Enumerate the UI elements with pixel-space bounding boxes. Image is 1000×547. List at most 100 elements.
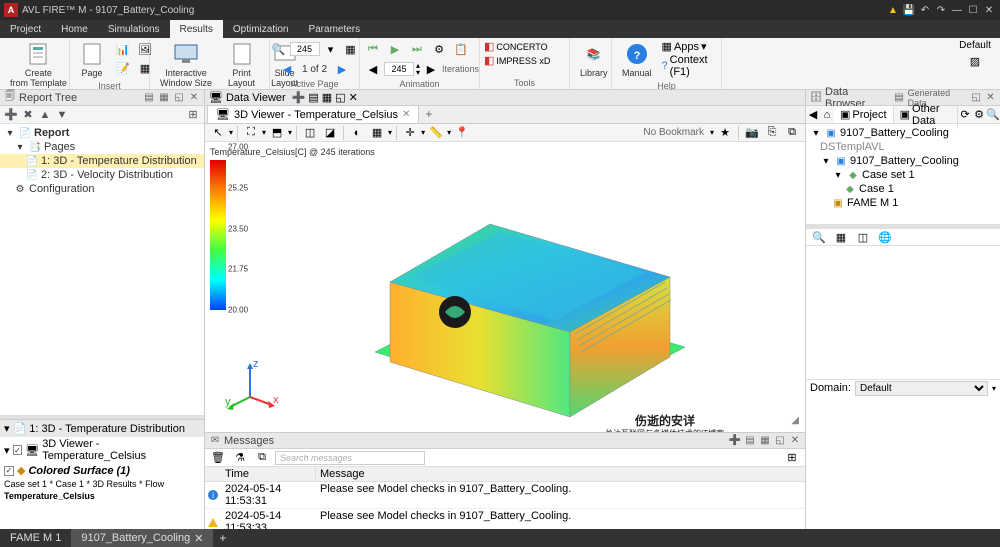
add-icon[interactable]: ➕ [4, 108, 18, 122]
msg-search-input[interactable]: Search messages [275, 451, 425, 465]
dv-add-icon[interactable]: ➕ [292, 91, 306, 104]
panel-layout2-icon[interactable]: ▦ [158, 92, 170, 104]
next-page-icon[interactable]: ▶ [333, 60, 351, 78]
msg-expand-icon[interactable]: ⊞ [783, 449, 801, 467]
tree-config[interactable]: ⚙Configuration [0, 182, 204, 196]
db-globe-icon[interactable]: 🌐 [876, 228, 894, 246]
page-button[interactable]: Page [74, 40, 110, 80]
doctab-battery[interactable]: 9107_Battery_Cooling✕ [71, 529, 213, 547]
anim-last-icon[interactable]: ⏭ [408, 40, 426, 58]
default-style-label[interactable]: Default [959, 40, 991, 51]
prev-page-icon[interactable]: ◀ [278, 60, 296, 78]
db-close-icon[interactable]: ✕ [985, 92, 996, 104]
db-undock-icon[interactable]: ◱ [971, 92, 982, 104]
msg-layout2-icon[interactable]: ▦ [759, 435, 771, 447]
db-tab-project[interactable]: ▣Project [834, 106, 894, 123]
msg-add-icon[interactable]: ➕ [729, 435, 741, 447]
delete-icon[interactable]: ✖ [21, 108, 35, 122]
dv-undock-icon[interactable]: ◱ [335, 91, 345, 104]
report-detail-tree[interactable]: ▾📄1: 3D - Temperature Distribution ▾✓🖥3D… [0, 419, 204, 529]
msg-clear-icon[interactable]: 🗑 [209, 449, 227, 467]
frame-next-icon[interactable]: ▶ [422, 60, 440, 78]
orient-icon[interactable]: ⬒ [268, 124, 286, 142]
undo-icon[interactable]: ↶ [918, 3, 932, 17]
anim-first-icon[interactable]: ⏮ [364, 40, 382, 58]
maximize-icon[interactable]: ☐ [966, 3, 980, 17]
frame-input[interactable] [384, 62, 414, 76]
messages-table[interactable]: Time Message i2024-05-14 11:53:31Please … [205, 467, 805, 529]
cursor-icon[interactable]: ↖ [209, 124, 227, 142]
axis-icon[interactable]: ✛ [401, 124, 419, 142]
manual-button[interactable]: ? Manual [616, 40, 658, 80]
apps-icon[interactable]: ▦ [662, 40, 672, 53]
redo-icon[interactable]: ↷ [934, 3, 948, 17]
interactive-window-button[interactable]: Interactive Window Size [154, 40, 218, 90]
doctab-close-icon[interactable]: ✕ [194, 532, 203, 545]
tab-close-icon[interactable]: ✕ [402, 109, 410, 120]
db-tool-icon[interactable]: ⚙ [972, 106, 986, 124]
msg-undock-icon[interactable]: ◱ [774, 435, 786, 447]
wire-icon[interactable]: ▦ [368, 124, 386, 142]
panel-close-icon[interactable]: ✕ [188, 92, 200, 104]
msg-copy-icon[interactable]: ⧉ [253, 449, 271, 467]
ruler-icon[interactable]: 📏 [427, 124, 445, 142]
probe-icon[interactable]: 📍 [453, 124, 471, 142]
snapshot-icon[interactable]: 📷 [743, 124, 761, 142]
page-counter-input[interactable] [290, 42, 320, 56]
menu-simulations[interactable]: Simulations [98, 20, 170, 38]
msg-layout1-icon[interactable]: ▤ [744, 435, 756, 447]
shade-icon[interactable]: ◐ [348, 124, 366, 142]
resize-grip-icon[interactable]: ◢ [791, 415, 799, 426]
insert-chart-icon[interactable]: 📊 [114, 40, 132, 58]
msg-close-icon[interactable]: ✕ [789, 435, 801, 447]
insert-text-icon[interactable]: 📝 [114, 59, 132, 77]
page-grid-icon[interactable]: ▦ [342, 40, 360, 58]
anim-play-icon[interactable]: ▶ [386, 40, 404, 58]
db-home-icon[interactable]: ⌂ [820, 106, 834, 124]
msg-filter-icon[interactable]: ⚗ [231, 449, 249, 467]
fit-icon[interactable]: ⛶ [242, 124, 260, 142]
dv-layout1-icon[interactable]: ▤ [308, 91, 318, 104]
db-back-icon[interactable]: ◀ [806, 106, 820, 124]
print-layout-button[interactable]: Print Layout [222, 40, 261, 90]
db-layer-icon[interactable]: ◫ [854, 228, 872, 246]
create-from-template-button[interactable]: Create from Template [4, 40, 73, 90]
db-refresh-icon[interactable]: ⟳ [958, 106, 972, 124]
menu-home[interactable]: Home [51, 20, 98, 38]
panel-layout1-icon[interactable]: ▤ [143, 92, 155, 104]
tree-page1[interactable]: 📄1: 3D - Temperature Distribution [0, 154, 204, 168]
zoom-icon[interactable]: 🔍 [270, 40, 288, 58]
dv-close-icon[interactable]: ✕ [349, 91, 358, 104]
bookmark-add-icon[interactable]: ★ [716, 124, 734, 142]
viewer-tab-temperature[interactable]: 🖥3D Viewer - Temperature_Celsius✕ [207, 105, 419, 123]
doctab-fame[interactable]: FAME M 1 [0, 529, 71, 547]
data-browser-tree[interactable]: ▾▣9107_Battery_Cooling DSTemplAVL ▾▣9107… [806, 124, 1000, 224]
zoom-dropdown-icon[interactable]: ▾ [322, 40, 340, 58]
export-icon[interactable]: ⎘ [763, 124, 781, 142]
panel-undock-icon[interactable]: ◱ [173, 92, 185, 104]
moveup-icon[interactable]: ▲ [38, 108, 52, 122]
persp-icon[interactable]: ◪ [321, 124, 339, 142]
style-swatch-icon[interactable]: ▨ [970, 55, 980, 68]
db-cube-icon[interactable]: ▦ [832, 228, 850, 246]
minimize-icon[interactable]: — [950, 3, 964, 17]
anim-settings-icon[interactable]: ⚙ [430, 40, 448, 58]
domain-select[interactable]: Default [855, 381, 988, 396]
menu-optimization[interactable]: Optimization [223, 20, 299, 38]
copy-icon[interactable]: ⧉ [783, 124, 801, 142]
menu-project[interactable]: Project [0, 20, 51, 38]
db-search-icon[interactable]: 🔍 [986, 106, 1000, 124]
save-icon[interactable]: 💾 [902, 3, 916, 17]
report-tree[interactable]: ▾📄Report ▾📑Pages 📄1: 3D - Temperature Di… [0, 124, 204, 415]
iso-icon[interactable]: ◫ [301, 124, 319, 142]
anim-record-icon[interactable]: 📋 [452, 40, 470, 58]
db-zoom-icon[interactable]: 🔍 [810, 228, 828, 246]
expand-icon[interactable]: ⊞ [186, 108, 200, 122]
library-button[interactable]: 📚Library [574, 40, 614, 80]
menu-results[interactable]: Results [170, 20, 223, 38]
frame-prev-icon[interactable]: ◀ [364, 60, 382, 78]
doctab-add[interactable]: + [213, 531, 232, 545]
menu-parameters[interactable]: Parameters [298, 20, 370, 38]
close-icon[interactable]: ✕ [982, 3, 996, 17]
viewer-tab-add[interactable]: + [419, 105, 438, 123]
